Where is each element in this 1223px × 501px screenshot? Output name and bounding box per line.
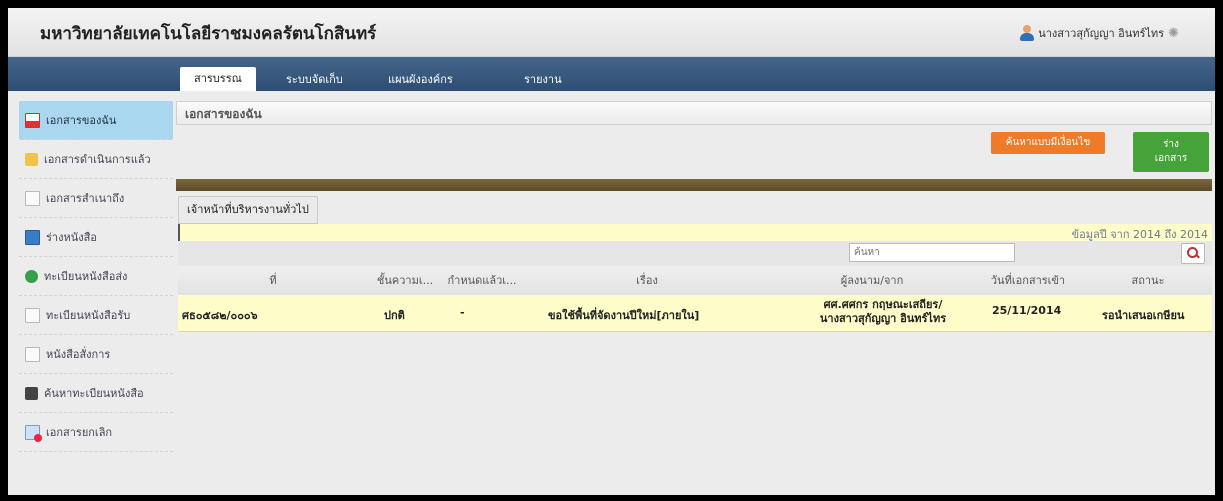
app-window: มหาวิทยาลัยเทคโนโลยีราชมงคลรัตนโกสินทร์ …	[8, 8, 1215, 495]
order-letter-icon	[25, 346, 40, 362]
search-register-icon	[25, 386, 38, 400]
sidebar-item-label: ร่างหนังสือ	[46, 231, 97, 244]
sidebar-item-my-documents[interactable]: เอกสารของฉัน	[19, 101, 173, 140]
sidebar-item-copies[interactable]: เอกสารสำเนาถึง	[19, 179, 173, 218]
sidebar-item-label: ค้นหาทะเบียนหนังสือ	[44, 387, 144, 400]
sidebar-item-cancelled[interactable]: เอกสารยกเลิก	[19, 413, 173, 452]
column-header-number[interactable]: ที่	[178, 267, 368, 295]
column-header-date-in[interactable]: วันที่เอกสารเข้า	[972, 267, 1084, 295]
user-name: นางสาวสุกัญญา อินทร์ไทร	[1038, 27, 1165, 40]
column-header-deadline[interactable]: กำหนดแล้วเ...	[442, 267, 522, 295]
user-avatar-icon	[1020, 25, 1035, 41]
sidebar-item-draft[interactable]: ร่างหนังสือ	[19, 218, 173, 257]
cell-number: ศธ๐๕๘๒/๐๐๐๖	[182, 309, 258, 322]
sidebar-item-label: หนังสือสั่งการ	[46, 348, 111, 361]
cell-sender-line2: นางสาวสุกัญญา อินทร์ไทร	[819, 312, 947, 325]
page-header: เอกสารของฉัน	[176, 101, 1212, 125]
cell-secrecy: ปกติ	[384, 309, 405, 322]
cell-sender-line1: ศศ.ศศกร กฤษณะเสถียร/	[823, 298, 943, 311]
column-header-secrecy[interactable]: ชั้นความเ...	[368, 267, 442, 295]
sidebar-item-label: เอกสารยกเลิก	[46, 426, 113, 439]
search-row	[178, 241, 1212, 265]
header: มหาวิทยาลัยเทคโนโลยีราชมงคลรัตนโกสินทร์ …	[8, 8, 1215, 57]
tab-org-chart[interactable]: แผนผังองค์กร	[374, 69, 467, 91]
tab-storage-system[interactable]: ระบบจัดเก็บ	[272, 69, 357, 91]
advanced-search-button[interactable]: ค้นหาแบบมีเงื่อนไข	[991, 132, 1105, 154]
sidebar-item-label: เอกสารสำเนาถึง	[46, 192, 125, 205]
copy-document-icon	[25, 190, 40, 206]
received-register-icon	[25, 307, 40, 323]
column-header-subject[interactable]: เรื่อง	[522, 267, 772, 295]
data-range-bar: ข้อมูลปี จาก 2014 ถึง 2014	[178, 224, 1212, 241]
divider-bar	[176, 179, 1212, 191]
sidebar: เอกสารของฉัน เอกสารดำเนินการแล้ว เอกสารส…	[19, 101, 173, 495]
cancelled-document-icon	[25, 424, 42, 442]
tab-report[interactable]: รายงาน	[510, 69, 576, 91]
sidebar-item-received-register[interactable]: ทะเบียนหนังสือรับ	[19, 296, 173, 335]
sent-register-icon	[25, 269, 38, 283]
draft-document-label: ร่าง เอกสาร	[1154, 139, 1188, 164]
draft-document-button[interactable]: ร่าง เอกสาร	[1133, 132, 1209, 172]
cell-subject: ขอใช้พื้นที่จัดงานปีใหม่[ภายใน]	[548, 309, 700, 322]
my-documents-icon	[25, 112, 40, 128]
table-header: ที่ ชั้นความเ... กำหนดแล้วเ... เรื่อง ผู…	[178, 267, 1212, 296]
draft-letter-icon	[25, 229, 40, 245]
sidebar-item-label: ทะเบียนหนังสือส่ง	[44, 270, 128, 283]
tab-saraban[interactable]: สารบรรณ	[180, 67, 256, 91]
cell-status: รอนำเสนอเกษียน	[1102, 309, 1185, 322]
cell-date-in: 25/11/2014	[992, 304, 1062, 317]
cell-sender: ศศ.ศศกร กฤษณะเสถียร/ นางสาวสุกัญญา อินทร…	[808, 298, 958, 326]
cell-deadline: -	[460, 306, 465, 319]
user-menu[interactable]: นางสาวสุกัญญา อินทร์ไทร ✺	[1020, 24, 1179, 42]
tab-department[interactable]: เจ้าหน้าที่บริหารงานทั่วไป	[178, 196, 318, 224]
app-title: มหาวิทยาลัยเทคโนโลยีราชมงคลรัตนโกสินทร์	[40, 24, 377, 44]
search-icon[interactable]	[1181, 243, 1205, 264]
sidebar-item-sent-register[interactable]: ทะเบียนหนังสือส่ง	[19, 257, 173, 296]
column-header-sender[interactable]: ผู้ลงนาม/จาก	[772, 267, 972, 295]
sidebar-item-processed[interactable]: เอกสารดำเนินการแล้ว	[19, 140, 173, 179]
gear-icon[interactable]: ✺	[1168, 26, 1179, 41]
column-header-status[interactable]: สถานะ	[1084, 267, 1212, 295]
sidebar-item-label: ทะเบียนหนังสือรับ	[46, 309, 131, 322]
main-nav: สารบรรณ ระบบจัดเก็บ แผนผังองค์กร รายงาน	[8, 57, 1215, 91]
page-title: เอกสารของฉัน	[185, 107, 262, 121]
table-row[interactable]: ศธ๐๕๘๒/๐๐๐๖ ปกติ - ขอใช้พื้นที่จัดงานปีใ…	[178, 295, 1212, 332]
sidebar-item-search-register[interactable]: ค้นหาทะเบียนหนังสือ	[19, 374, 173, 413]
processed-folder-icon	[25, 152, 38, 166]
sidebar-item-label: เอกสารของฉัน	[46, 114, 117, 127]
sidebar-item-orders[interactable]: หนังสือสั่งการ	[19, 335, 173, 374]
search-input[interactable]	[849, 243, 1015, 262]
sidebar-item-label: เอกสารดำเนินการแล้ว	[44, 153, 151, 166]
main-content: เอกสารของฉัน ค้นหาแบบมีเงื่อนไข ร่าง เอก…	[176, 101, 1212, 495]
